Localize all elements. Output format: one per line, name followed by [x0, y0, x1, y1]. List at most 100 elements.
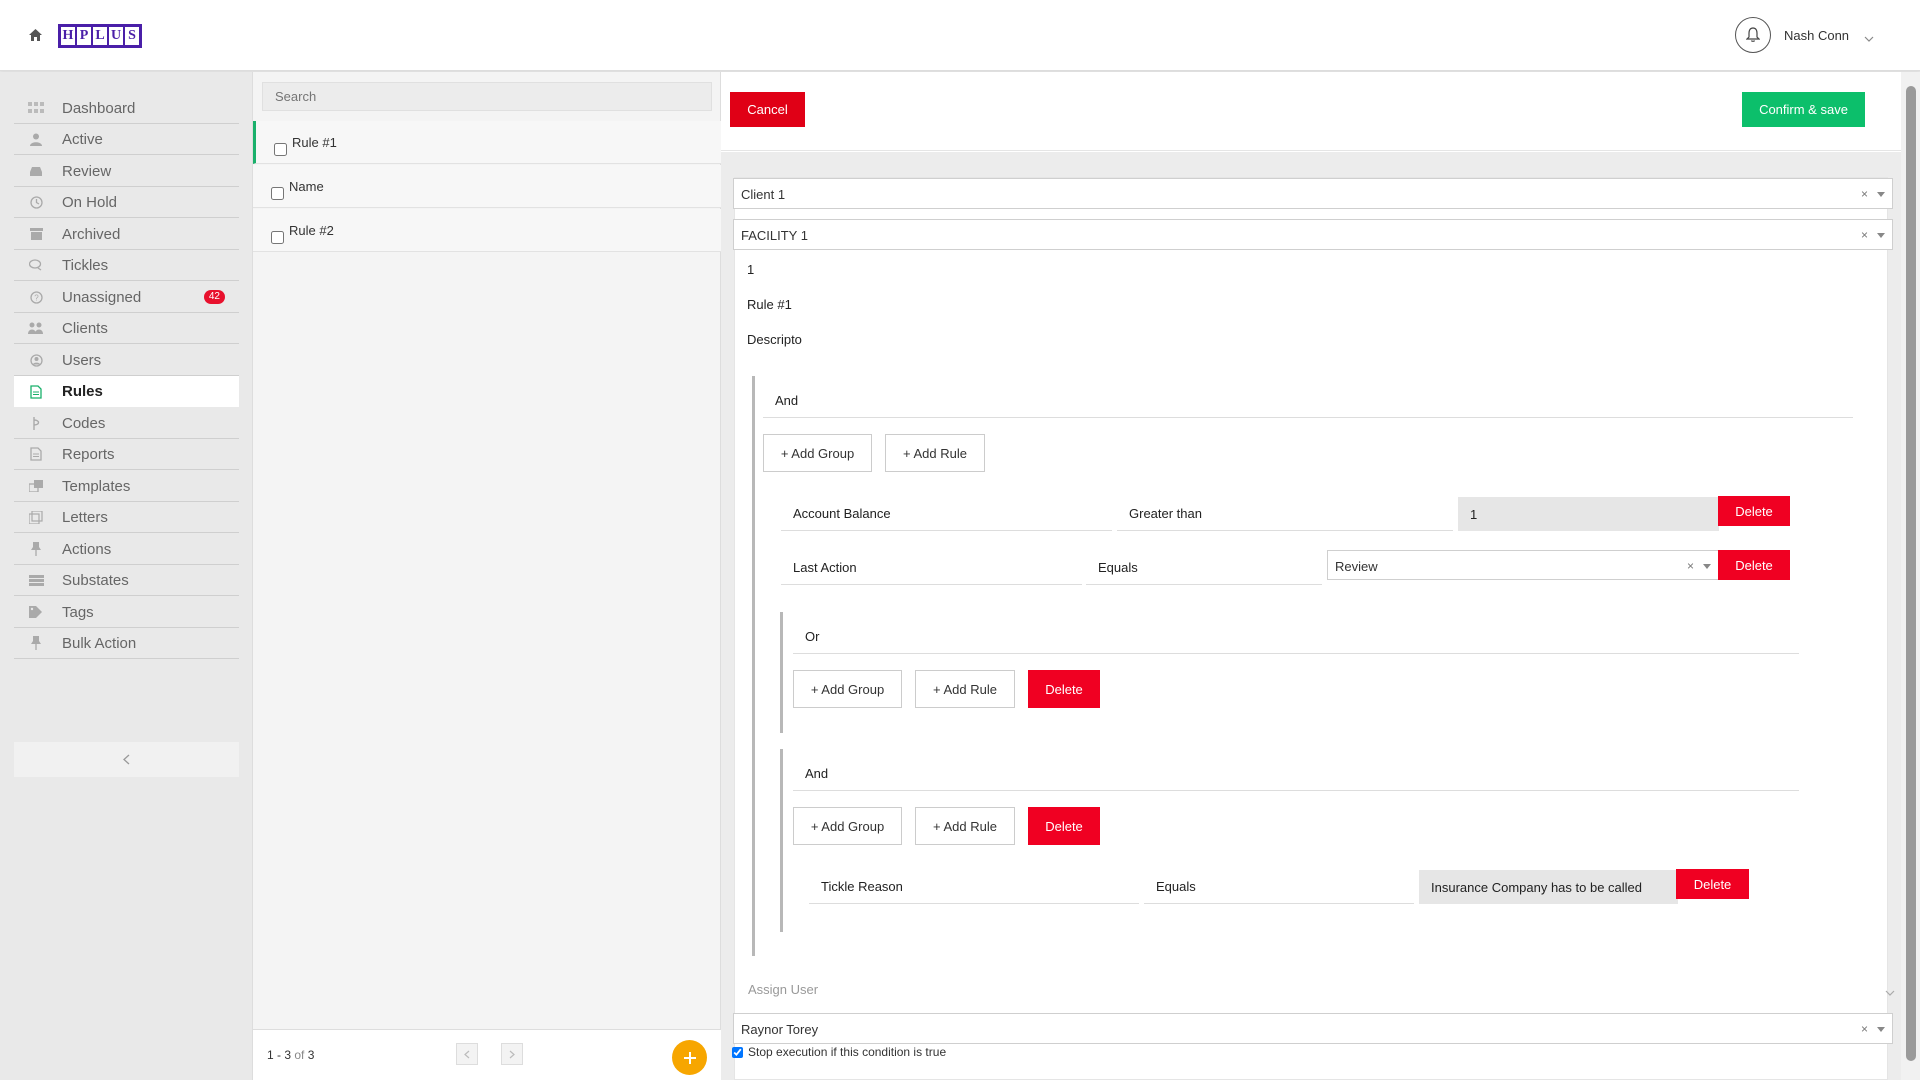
row-checkbox[interactable] — [271, 231, 284, 244]
rule-value-select[interactable]: Review × — [1327, 550, 1719, 580]
scrollbar-thumb[interactable] — [1906, 86, 1916, 1061]
list-item[interactable]: Rule #2 — [253, 209, 722, 252]
assigned-user-select[interactable]: Raynor Torey × — [733, 1013, 1893, 1044]
sidebar-item-label: On Hold — [62, 193, 118, 211]
list-item[interactable]: Name — [253, 165, 722, 208]
sidebar-item-rules[interactable]: Rules — [14, 376, 239, 407]
rule-field-select[interactable]: Account Balance — [781, 496, 1112, 531]
sidebar-item-substates[interactable]: Substates — [14, 565, 239, 596]
cancel-button[interactable]: Cancel — [730, 92, 805, 127]
clear-icon[interactable]: × — [1861, 1022, 1868, 1036]
caret-down-icon[interactable] — [1877, 233, 1885, 238]
rule-operator-select[interactable]: Greater than — [1117, 496, 1453, 531]
sidebar-item-label: Clients — [62, 319, 108, 337]
chevron-right-icon — [509, 1050, 515, 1058]
list-icon — [28, 573, 44, 587]
stop-execution-row[interactable]: Stop execution if this condition is true — [732, 1045, 946, 1059]
collapse-sidebar-button[interactable] — [14, 742, 239, 777]
add-rule-button[interactable]: + Add Rule — [915, 670, 1015, 708]
sidebar-item-label: Tags — [62, 603, 94, 621]
caret-down-icon[interactable] — [1877, 192, 1885, 197]
rule-form-card: Client 1 × FACILITY 1 × 1 Rule #1 Descri… — [732, 177, 1895, 1080]
rule-operator-label: Equals — [1156, 879, 1196, 894]
sidebar-item-tickles[interactable]: Tickles — [14, 250, 239, 281]
rule-editor: Cancel Confirm & save Client 1 × FACILIT… — [721, 72, 1920, 1080]
prev-page-button[interactable] — [456, 1043, 478, 1065]
caret-down-icon[interactable] — [1703, 564, 1711, 569]
user-icon — [28, 132, 44, 146]
sidebar-item-clients[interactable]: Clients — [14, 313, 239, 344]
rule-field-select[interactable]: Last Action — [781, 550, 1082, 585]
stop-execution-checkbox[interactable] — [732, 1046, 743, 1058]
facility-select[interactable]: FACILITY 1 × — [733, 219, 1893, 250]
rule-operator-select[interactable]: Equals — [1144, 869, 1414, 904]
scrollbar[interactable] — [1901, 72, 1920, 1080]
sidebar-item-users[interactable]: Users — [14, 345, 239, 376]
rule-field-select[interactable]: Tickle Reason — [809, 869, 1139, 904]
delete-rule-button[interactable]: Delete — [1718, 550, 1790, 580]
archive-icon — [28, 227, 44, 241]
sidebar-item-active[interactable]: Active — [14, 124, 239, 155]
sidebar-item-templates[interactable]: Templates — [14, 471, 239, 502]
assign-user-label[interactable]: Assign User — [748, 982, 818, 997]
home-icon[interactable] — [28, 28, 43, 42]
next-page-button[interactable] — [501, 1043, 523, 1065]
sidebar-item-dashboard[interactable]: Dashboard — [14, 93, 239, 124]
add-group-button[interactable]: + Add Group — [793, 670, 902, 708]
question-icon: ? — [28, 290, 44, 304]
delete-group-button[interactable]: Delete — [1028, 670, 1100, 708]
clock-icon — [28, 195, 44, 209]
rule-value-input[interactable]: 1 — [1458, 497, 1719, 531]
sidebar-item-unassigned[interactable]: ? Unassigned 42 — [14, 282, 239, 313]
pin-icon — [28, 636, 44, 650]
sidebar-item-letters[interactable]: Letters — [14, 502, 239, 533]
row-checkbox[interactable] — [274, 143, 287, 156]
sidebar-item-bulk-action[interactable]: Bulk Action — [14, 628, 239, 659]
group-icon — [28, 321, 44, 335]
sidebar-item-reports[interactable]: Reports — [14, 439, 239, 470]
add-group-button[interactable]: + Add Group — [763, 434, 872, 472]
sidebar-item-label: Bulk Action — [62, 634, 137, 652]
add-rule-button[interactable]: + Add Rule — [915, 807, 1015, 845]
sidebar-item-codes[interactable]: Codes — [14, 408, 239, 439]
sidebar-item-label: Archived — [62, 225, 121, 243]
clear-icon[interactable]: × — [1861, 187, 1868, 201]
notification-bell-icon[interactable] — [1735, 17, 1771, 53]
rule-description-field[interactable]: Descripto — [747, 332, 802, 347]
rule-value-text: 1 — [1470, 507, 1478, 522]
add-group-button[interactable]: + Add Group — [793, 807, 902, 845]
logo-letter: H — [61, 27, 75, 45]
caret-down-icon[interactable] — [1877, 1027, 1885, 1032]
rule-id-field[interactable]: 1 — [747, 262, 754, 277]
chevron-down-icon[interactable] — [1885, 984, 1895, 999]
delete-group-button[interactable]: Delete — [1028, 807, 1100, 845]
list-item[interactable]: Rule #1 — [253, 121, 722, 164]
root-combinator-select[interactable]: And — [763, 383, 1853, 418]
subgroup-combinator-select[interactable]: Or — [793, 619, 1799, 654]
add-rule-fab-button[interactable] — [672, 1040, 707, 1075]
delete-rule-button[interactable]: Delete — [1718, 496, 1790, 526]
client-select[interactable]: Client 1 × — [733, 178, 1893, 209]
clear-icon[interactable]: × — [1861, 228, 1868, 242]
clear-icon[interactable]: × — [1687, 559, 1694, 573]
rule-operator-select[interactable]: Equals — [1086, 550, 1322, 585]
inbox-icon — [28, 164, 44, 178]
logo[interactable]: H P L U S — [58, 24, 142, 48]
subgroup-combinator-select[interactable]: And — [793, 756, 1799, 791]
rule-value-input[interactable]: Insurance Company has to be called — [1419, 870, 1678, 904]
combinator-label: Or — [805, 629, 820, 644]
rule-name-field[interactable]: Rule #1 — [747, 297, 792, 312]
search-input[interactable] — [262, 82, 712, 111]
sidebar-item-archived[interactable]: Archived — [14, 219, 239, 250]
sidebar-item-tags[interactable]: Tags — [14, 597, 239, 628]
user-name[interactable]: Nash Conn — [1784, 28, 1849, 43]
sidebar-item-label: Actions — [62, 540, 112, 558]
delete-rule-button[interactable]: Delete — [1676, 869, 1749, 899]
sidebar-item-review[interactable]: Review — [14, 156, 239, 187]
sidebar-item-actions[interactable]: Actions — [14, 534, 239, 565]
row-checkbox[interactable] — [271, 187, 284, 200]
add-rule-button[interactable]: + Add Rule — [885, 434, 985, 472]
sidebar-item-on-hold[interactable]: On Hold — [14, 187, 239, 218]
confirm-save-button[interactable]: Confirm & save — [1742, 92, 1865, 127]
chevron-down-icon[interactable] — [1864, 30, 1874, 45]
